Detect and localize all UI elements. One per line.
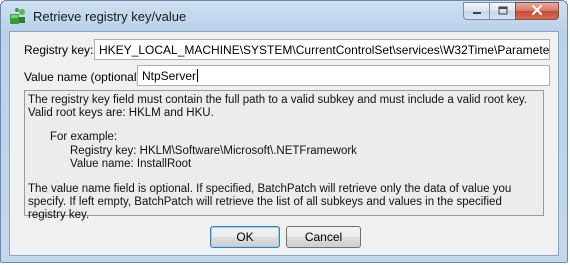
dialog-client-area: Registry key: HKEY_LOCAL_MACHINE\SYSTEM\… (9, 31, 559, 256)
ok-button[interactable]: OK (210, 226, 280, 248)
title-bar[interactable]: Retrieve registry key/value (1, 1, 567, 31)
window-title: Retrieve registry key/value (33, 9, 187, 24)
registry-key-label: Registry key: (24, 43, 94, 57)
help-paragraph-root-keys: The registry key field must contain the … (28, 94, 528, 119)
maximize-button[interactable] (489, 2, 515, 20)
text-caret (197, 69, 199, 82)
example-value-name: Value name: InstallRoot (70, 158, 192, 170)
close-button[interactable] (515, 2, 559, 20)
registry-key-input[interactable]: HKEY_LOCAL_MACHINE\SYSTEM\CurrentControl… (94, 39, 550, 60)
help-text-box: The registry key field must contain the … (24, 90, 544, 221)
example-heading: For example: (50, 131, 118, 143)
close-icon (531, 2, 543, 20)
value-name-label: Value name (optional): (24, 70, 144, 84)
maximize-icon (498, 2, 508, 20)
value-name-input[interactable]: NtpServer (137, 65, 550, 86)
value-name-input-value: NtpServer (142, 69, 197, 83)
cancel-button[interactable]: Cancel (286, 226, 361, 248)
minimize-icon (472, 2, 482, 20)
window-controls (463, 2, 559, 20)
minimize-button[interactable] (463, 2, 489, 20)
help-paragraph-value-name: The value name field is optional. If spe… (28, 183, 512, 221)
batchpatch-app-icon (9, 7, 27, 25)
example-registry-key: Registry key: HKLM\Software\Microsoft\.N… (70, 145, 357, 157)
registry-key-input-value: HKEY_LOCAL_MACHINE\SYSTEM\CurrentControl… (99, 43, 550, 57)
dialog-window: Retrieve registry key/value Registry key… (0, 0, 568, 263)
